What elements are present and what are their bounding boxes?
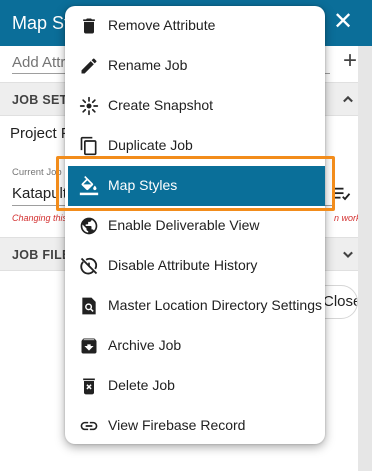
find-in-page-icon xyxy=(82,297,96,315)
history-off-icon xyxy=(80,257,98,275)
warning-text: Changing this xyxy=(12,213,68,223)
menu-item-enable-deliverable-view[interactable]: Enable Deliverable View xyxy=(65,206,325,246)
menu-item-label: Duplicate Job xyxy=(108,137,193,153)
menu-item-master-location-directory-settings[interactable]: Master Location Directory Settings xyxy=(65,286,325,326)
chevron-up-icon[interactable] xyxy=(338,89,358,109)
delete-box-icon xyxy=(83,378,95,395)
menu-item-label: Master Location Directory Settings xyxy=(108,297,322,313)
selection-highlight-outline xyxy=(56,156,335,211)
menu-item-label: View Firebase Record xyxy=(108,417,246,433)
menu-item-label: Rename Job xyxy=(108,57,188,73)
menu-item-label: Archive Job xyxy=(108,337,182,353)
scrollbar-track[interactable] xyxy=(358,46,372,471)
menu-item-create-snapshot[interactable]: Create Snapshot xyxy=(65,86,325,126)
menu-item-rename-job[interactable]: Rename Job xyxy=(65,46,325,86)
menu-item-label: Delete Job xyxy=(108,377,175,393)
menu-item-label: Disable Attribute History xyxy=(108,257,258,273)
menu-item-label: Enable Deliverable View xyxy=(108,217,260,233)
add-icon[interactable]: + xyxy=(340,49,360,74)
menu-item-label: Create Snapshot xyxy=(108,97,214,113)
chevron-down-icon[interactable] xyxy=(338,244,358,264)
job-options-menu: Remove Attribute Rename Job Create Snaps… xyxy=(65,6,325,444)
list-check-icon[interactable] xyxy=(333,185,351,201)
snapshot-icon xyxy=(79,96,99,116)
link-icon xyxy=(80,421,98,431)
globe-icon xyxy=(80,217,98,235)
menu-item-disable-attribute-history[interactable]: Disable Attribute History xyxy=(65,246,325,286)
current-job-label: Current Job xyxy=(12,167,62,178)
pencil-icon xyxy=(81,58,97,74)
menu-item-remove-attribute[interactable]: Remove Attribute xyxy=(65,6,325,46)
menu-item-archive-job[interactable]: Archive Job xyxy=(65,326,325,366)
archive-icon xyxy=(81,338,97,354)
trash-icon xyxy=(83,18,95,34)
menu-item-view-firebase-record[interactable]: View Firebase Record xyxy=(65,406,325,446)
close-icon[interactable]: ✕ xyxy=(332,9,354,35)
copy-icon xyxy=(80,136,97,156)
menu-item-label: Remove Attribute xyxy=(108,17,216,33)
menu-item-delete-job[interactable]: Delete Job xyxy=(65,366,325,406)
